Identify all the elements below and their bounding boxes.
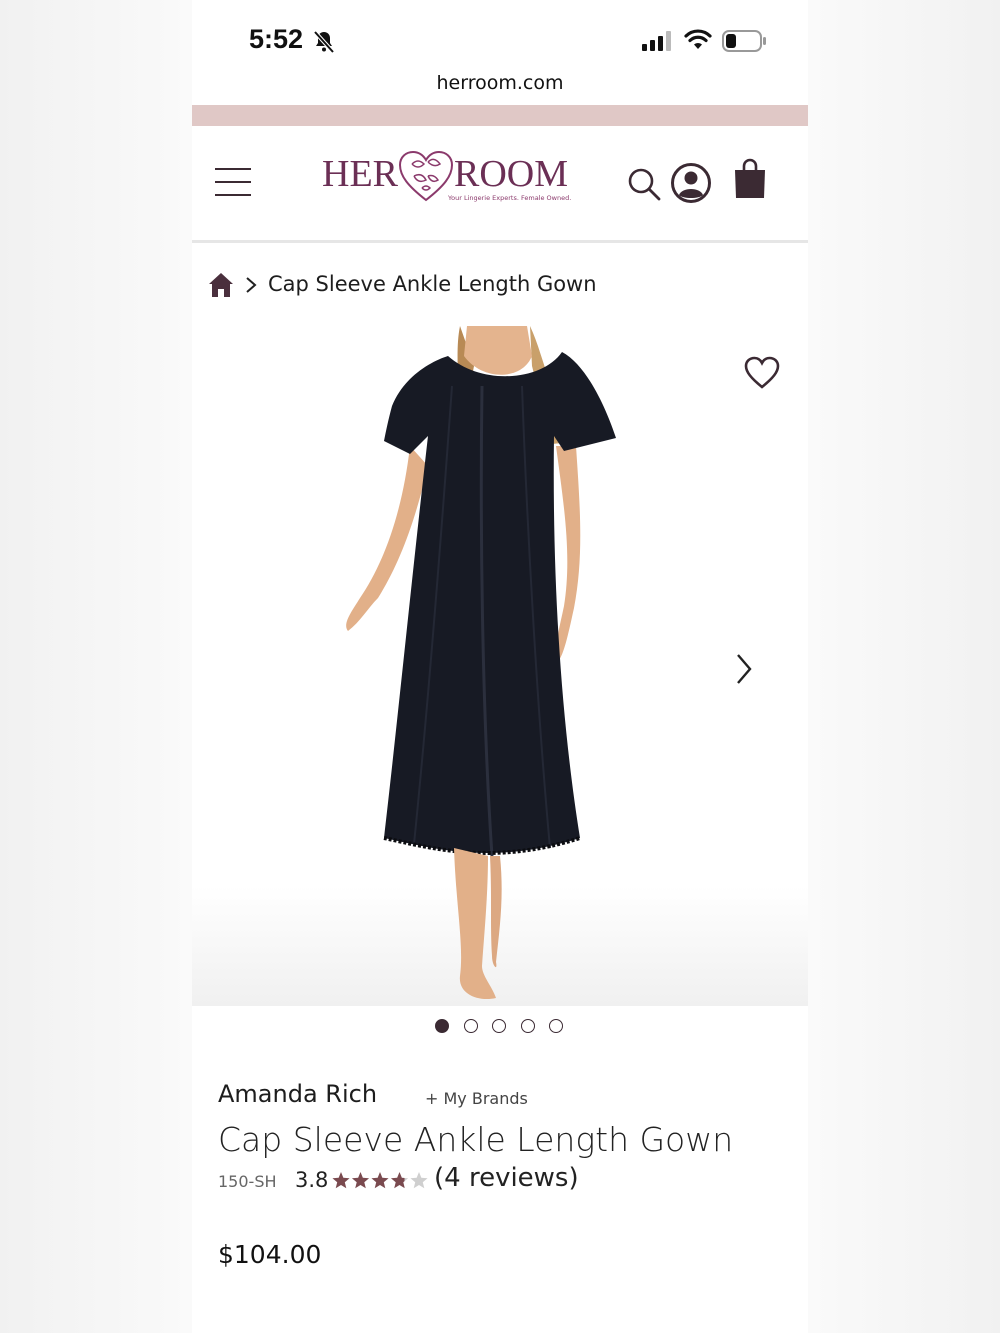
star-rating[interactable] (332, 1170, 428, 1192)
hamburger-menu-icon[interactable] (215, 168, 251, 198)
logo-tagline: Your Lingerie Experts. Female Owned. (448, 194, 572, 202)
product-brand[interactable]: Amanda Rich (218, 1080, 377, 1108)
wifi-icon (684, 29, 712, 49)
logo-text-her: HER (322, 153, 398, 195)
gallery-dot-4[interactable] (520, 1019, 535, 1033)
promo-bar (192, 105, 808, 126)
product-sku: 150-SH (218, 1172, 277, 1191)
star-icon (371, 1172, 389, 1189)
chevron-right-icon (246, 277, 257, 293)
wishlist-heart-icon[interactable] (744, 356, 780, 390)
shopping-bag-icon[interactable] (732, 158, 768, 200)
star-icon (390, 1172, 409, 1189)
site-header: HER ROOM Your Lingerie Experts. Female O… (192, 126, 808, 243)
model-in-gown-image (192, 326, 808, 1006)
herroom-logo[interactable]: HER ROOM Your Lingerie Experts. Female O… (322, 148, 592, 208)
product-price: $104.00 (218, 1240, 322, 1269)
cellular-signal-icon (642, 31, 671, 51)
account-icon[interactable] (670, 162, 712, 204)
gallery-dot-2[interactable] (463, 1019, 478, 1033)
search-icon[interactable] (626, 166, 662, 202)
gallery-dot-1[interactable] (435, 1019, 449, 1033)
bell-off-icon (313, 30, 335, 54)
star-icon (410, 1172, 428, 1189)
product-title: Cap Sleeve Ankle Length Gown (218, 1120, 734, 1159)
product-image[interactable] (192, 326, 808, 1006)
star-icon (332, 1172, 350, 1189)
battery-icon (722, 30, 766, 52)
phone-screen: 5:52 herroom.com HER ROOM Your Lingerie … (192, 0, 808, 1333)
my-brands-link[interactable]: + My Brands (425, 1089, 528, 1108)
background-right (808, 0, 1000, 1333)
heart-logo-icon (398, 150, 454, 202)
rating-value: 3.8 (295, 1168, 329, 1192)
background-left (0, 0, 192, 1333)
gallery-dot-3[interactable] (492, 1019, 506, 1033)
browser-url[interactable]: herroom.com (192, 72, 808, 94)
chevron-right-icon[interactable] (734, 652, 754, 686)
breadcrumb-current: Cap Sleeve Ankle Length Gown (268, 272, 597, 296)
star-icon (351, 1172, 370, 1189)
logo-text-room: ROOM (454, 153, 569, 195)
status-time: 5:52 (249, 24, 304, 54)
gallery-dot-5[interactable] (549, 1019, 563, 1033)
reviews-link[interactable]: (4 reviews) (434, 1163, 579, 1193)
home-icon[interactable] (208, 272, 234, 298)
